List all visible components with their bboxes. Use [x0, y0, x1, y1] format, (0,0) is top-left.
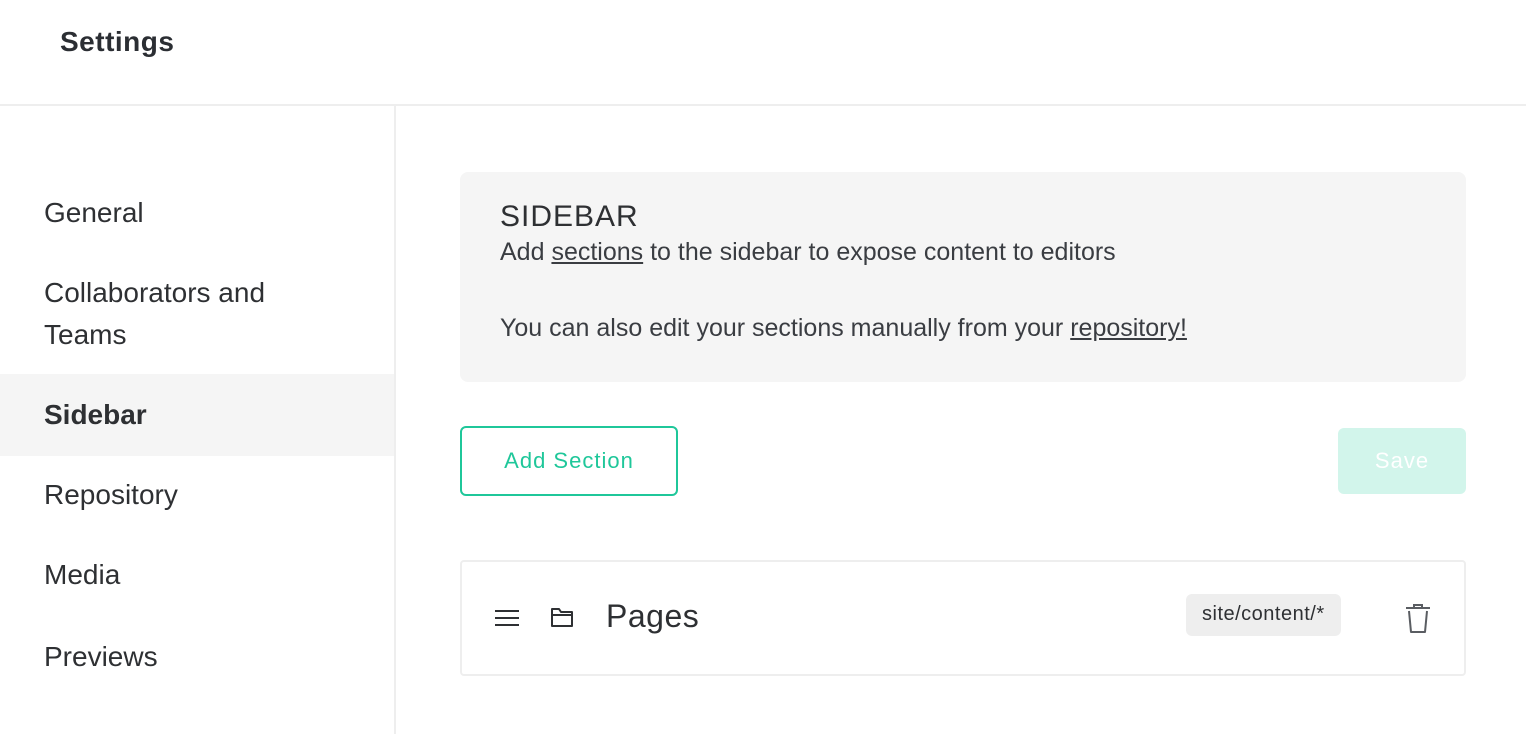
nav-item-label: Collaborators and	[44, 277, 266, 308]
settings-nav: General Collaborators and Teams Sidebar …	[0, 106, 396, 734]
section-path-badge: site/content/*	[1186, 594, 1341, 636]
nav-item-sidebar[interactable]: Sidebar	[0, 374, 394, 456]
sections-link[interactable]: sections	[551, 238, 643, 266]
section-heading: SIDEBAR	[500, 200, 639, 233]
notice-text: Add	[500, 238, 545, 266]
sidebar-info-panel: SIDEBAR Add sections to the sidebar to e…	[460, 172, 1466, 382]
nav-item-previews[interactable]: Previews	[0, 636, 394, 678]
notice-text: to the sidebar to expose content to edit…	[650, 238, 1116, 266]
sidebar-section-row: Pages site/content/*	[460, 560, 1466, 676]
nav-item-repository[interactable]: Repository	[0, 474, 394, 516]
trash-icon[interactable]	[1404, 602, 1432, 634]
folder-icon	[550, 606, 574, 628]
nav-item-label: Teams	[44, 319, 127, 350]
nav-item-collaborators-and-teams[interactable]: Collaborators and Teams	[0, 272, 394, 356]
page-title: Settings	[60, 26, 175, 57]
save-button[interactable]: Save	[1338, 428, 1466, 494]
repository-link[interactable]: repository!	[1070, 314, 1187, 342]
notice-line-repository: You can also edit your sections manually…	[500, 314, 1187, 343]
section-name: Pages	[606, 598, 700, 634]
nav-item-media[interactable]: Media	[0, 554, 394, 596]
drag-handle-icon[interactable]	[494, 608, 520, 628]
top-bar: Settings	[0, 0, 1526, 106]
notice-text: You can also edit your sections manually…	[500, 314, 1064, 342]
notice-line-sections: Add sections to the sidebar to expose co…	[500, 238, 1116, 267]
add-section-button[interactable]: Add Section	[460, 426, 678, 496]
nav-item-general[interactable]: General	[0, 192, 394, 234]
